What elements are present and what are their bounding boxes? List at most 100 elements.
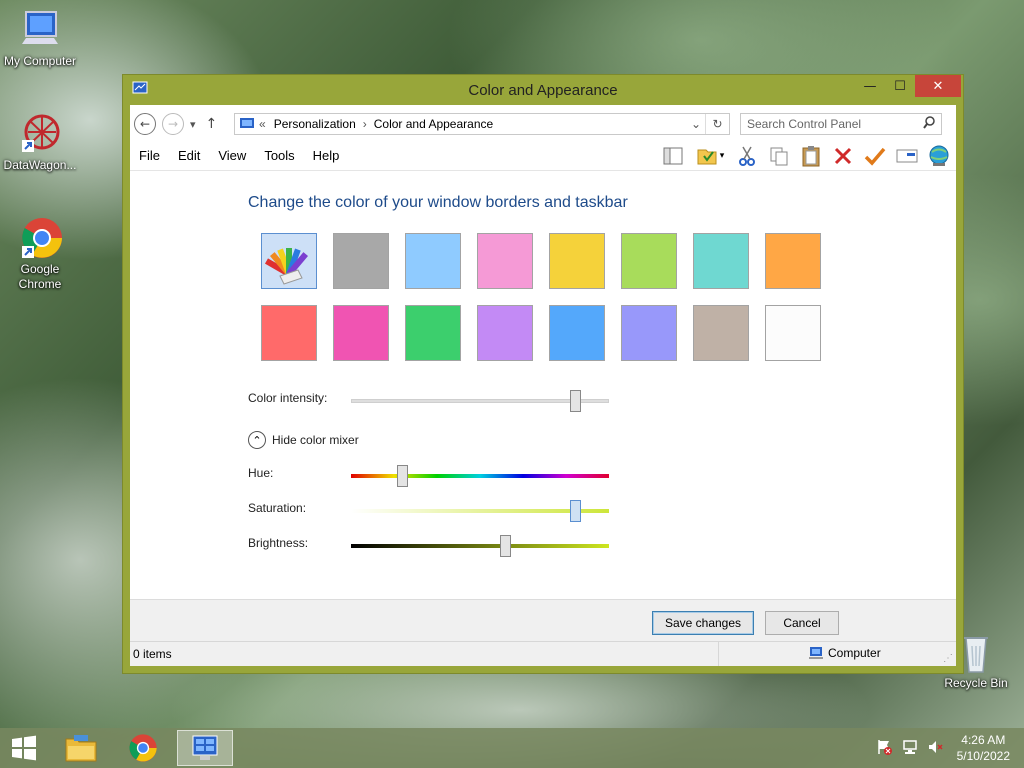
- taskbar-control-panel[interactable]: [177, 730, 233, 766]
- hue-label: Hue:: [248, 466, 274, 480]
- cut-icon[interactable]: [734, 144, 760, 168]
- color-swatch[interactable]: [549, 233, 605, 289]
- breadcrumb-separator[interactable]: ›: [363, 117, 367, 131]
- network-icon[interactable]: [902, 739, 918, 758]
- taskbar-file-explorer[interactable]: [53, 730, 109, 766]
- color-swatch[interactable]: [621, 305, 677, 361]
- desktop-icon-my-computer[interactable]: My Computer: [0, 8, 80, 69]
- color-swatch[interactable]: [765, 233, 821, 289]
- color-intensity-slider[interactable]: [569, 390, 581, 412]
- delete-icon[interactable]: [830, 144, 856, 168]
- address-overflow-chevron[interactable]: «: [259, 117, 266, 131]
- resize-grip-icon[interactable]: ⋰: [943, 653, 953, 664]
- brightness-label: Brightness:: [248, 536, 309, 550]
- hue-slider[interactable]: [397, 465, 409, 487]
- color-swatch[interactable]: [261, 305, 317, 361]
- search-placeholder: Search Control Panel: [747, 117, 862, 131]
- globe-icon[interactable]: [926, 144, 952, 168]
- back-button[interactable]: ←: [134, 113, 156, 135]
- save-changes-button[interactable]: Save changes: [652, 611, 754, 635]
- color-swatch[interactable]: [765, 305, 821, 361]
- taskbar: 4:26 AM 5/10/2022: [0, 728, 1024, 768]
- status-location: Computer: [808, 646, 881, 660]
- maximize-button[interactable]: ☐: [885, 75, 915, 97]
- desktop-icon-datawagon[interactable]: DataWagon...: [0, 112, 80, 173]
- forward-arrow-icon: →: [167, 117, 179, 131]
- menu-edit[interactable]: Edit: [169, 148, 209, 163]
- properties-icon[interactable]: ▾: [692, 144, 728, 168]
- file-explorer-icon: [65, 735, 97, 762]
- control-panel-small-icon: [239, 117, 255, 131]
- collapse-icon: ⌃: [248, 431, 266, 449]
- title-bar[interactable]: Color and Appearance — ☐ ✕: [123, 75, 963, 105]
- hue-track[interactable]: [351, 474, 609, 478]
- window-client: ← → ▾ ↑ « Personalization › Color and Ap…: [130, 105, 956, 666]
- color-swatch[interactable]: [477, 233, 533, 289]
- rename-icon[interactable]: [894, 144, 920, 168]
- item-count: 0 items: [133, 647, 172, 661]
- close-icon: ✕: [932, 78, 944, 94]
- breadcrumb-color-and-appearance[interactable]: Color and Appearance: [374, 117, 493, 131]
- color-appearance-window: Color and Appearance — ☐ ✕ ← → ▾ ↑ « Per…: [122, 74, 964, 674]
- close-button[interactable]: ✕: [915, 75, 961, 97]
- color-swatch-custom[interactable]: [261, 233, 317, 289]
- windows-logo-icon: [12, 735, 36, 761]
- color-swatch[interactable]: [693, 305, 749, 361]
- menu-file[interactable]: File: [130, 148, 169, 163]
- status-bar: 0 items Computer ⋰: [130, 641, 956, 666]
- chrome-icon: [129, 734, 157, 762]
- taskbar-chrome[interactable]: [115, 730, 171, 766]
- saturation-slider[interactable]: [569, 500, 581, 522]
- clock[interactable]: 4:26 AM 5/10/2022: [957, 732, 1010, 764]
- forward-button[interactable]: →: [162, 113, 184, 135]
- menu-bar: File Edit View Tools Help ▾: [130, 141, 956, 171]
- minimize-button[interactable]: —: [855, 75, 885, 97]
- computer-small-icon: [809, 647, 823, 659]
- address-bar[interactable]: « Personalization › Color and Appearance…: [234, 113, 730, 135]
- color-swatch[interactable]: [621, 233, 677, 289]
- minimize-icon: —: [863, 78, 877, 94]
- saturation-label: Saturation:: [248, 501, 307, 515]
- clock-time: 4:26 AM: [961, 733, 1006, 747]
- desktop-icon-label: DataWagon...: [3, 158, 77, 172]
- paste-icon[interactable]: [798, 144, 824, 168]
- page-heading: Change the color of your window borders …: [248, 194, 628, 211]
- search-input[interactable]: Search Control Panel: [740, 113, 942, 135]
- chrome-icon: [18, 216, 62, 260]
- up-button[interactable]: ↑: [206, 116, 218, 132]
- desktop-icon-label: Recycle Bin: [944, 676, 1008, 690]
- copy-icon[interactable]: [766, 144, 792, 168]
- start-button[interactable]: [0, 730, 48, 766]
- dialog-button-area: Save changes Cancel: [130, 599, 956, 647]
- color-swatch[interactable]: [405, 305, 461, 361]
- desktop-icon-label: Google Chrome: [18, 262, 62, 291]
- address-dropdown-icon[interactable]: ⌄: [691, 117, 701, 131]
- color-swatch[interactable]: [333, 305, 389, 361]
- volume-muted-icon[interactable]: [928, 739, 944, 758]
- control-panel-icon: [192, 735, 218, 760]
- color-swatch[interactable]: [549, 305, 605, 361]
- color-swatch[interactable]: [693, 233, 749, 289]
- action-center-flag-icon[interactable]: [876, 739, 892, 758]
- menu-tools[interactable]: Tools: [255, 148, 303, 163]
- brightness-slider[interactable]: [500, 535, 512, 557]
- color-intensity-label: Color intensity:: [248, 391, 328, 405]
- menu-view[interactable]: View: [209, 148, 255, 163]
- hide-color-mixer-toggle[interactable]: ⌃ Hide color mixer: [248, 431, 359, 449]
- color-swatch[interactable]: [405, 233, 461, 289]
- layout-icon[interactable]: [660, 144, 686, 168]
- refresh-icon[interactable]: ↻: [705, 114, 729, 134]
- menu-help[interactable]: Help: [304, 148, 349, 163]
- status-location-label: Computer: [828, 646, 881, 660]
- check-icon[interactable]: [862, 144, 888, 168]
- recent-locations-dropdown[interactable]: ▾: [190, 118, 196, 131]
- brightness-track[interactable]: [351, 544, 609, 548]
- desktop-icon-google-chrome[interactable]: Google Chrome: [0, 216, 80, 292]
- back-arrow-icon: ←: [139, 117, 151, 131]
- breadcrumb-personalization[interactable]: Personalization: [274, 117, 356, 131]
- color-swatch[interactable]: [477, 305, 533, 361]
- clock-date: 5/10/2022: [956, 749, 1010, 763]
- hide-color-mixer-label: Hide color mixer: [272, 433, 359, 447]
- cancel-button[interactable]: Cancel: [765, 611, 839, 635]
- color-swatch[interactable]: [333, 233, 389, 289]
